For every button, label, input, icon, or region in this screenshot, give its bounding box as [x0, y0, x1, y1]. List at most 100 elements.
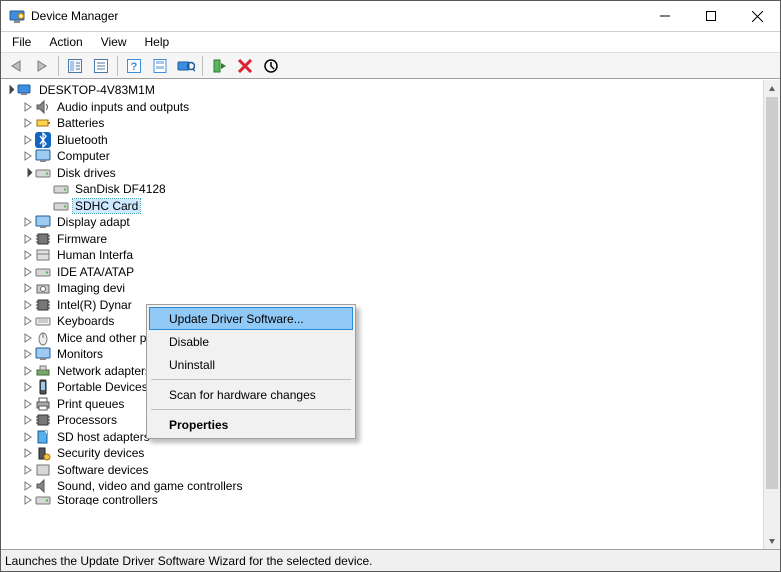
- tree-item-batteries[interactable]: Batteries: [3, 115, 763, 132]
- tree-item-processors[interactable]: Processors: [3, 412, 763, 429]
- scroll-track[interactable]: [764, 97, 780, 532]
- computer-icon: [35, 148, 51, 164]
- tree-root[interactable]: DESKTOP-4V83M1M: [3, 82, 763, 99]
- scroll-down-button[interactable]: [764, 532, 780, 549]
- tree-item-label: Network adapters: [55, 364, 153, 378]
- context-menu-disable[interactable]: Disable: [149, 330, 353, 353]
- close-button[interactable]: [734, 1, 780, 31]
- toolbar-forward-button[interactable]: [30, 55, 54, 77]
- tree-item-label: Human Interfa: [55, 248, 135, 262]
- tree-item-audio[interactable]: Audio inputs and outputs: [3, 99, 763, 116]
- svg-text:?: ?: [131, 61, 138, 73]
- tree-item-keyboards[interactable]: Keyboards: [3, 313, 763, 330]
- chevron-right-icon[interactable]: [21, 316, 35, 326]
- intel-icon: [35, 297, 51, 313]
- chevron-down-icon[interactable]: [21, 168, 35, 178]
- tree-item-monitors[interactable]: Monitors: [3, 346, 763, 363]
- tree-item-sound[interactable]: Sound, video and game controllers: [3, 478, 763, 495]
- tree-item-imaging[interactable]: Imaging devi: [3, 280, 763, 297]
- toolbar-enable-button[interactable]: [207, 55, 231, 77]
- chevron-right-icon[interactable]: [21, 102, 35, 112]
- tree-item-label: SD host adapters: [55, 430, 152, 444]
- toolbar-back-button[interactable]: [4, 55, 28, 77]
- tree-item-portable[interactable]: Portable Devices: [3, 379, 763, 396]
- toolbar-help-button[interactable]: ?: [122, 55, 146, 77]
- minimize-button[interactable]: [642, 1, 688, 31]
- tree-item-firmware[interactable]: Firmware: [3, 231, 763, 248]
- chevron-right-icon[interactable]: [21, 267, 35, 277]
- chevron-right-icon[interactable]: [21, 399, 35, 409]
- chevron-right-icon[interactable]: [21, 432, 35, 442]
- context-menu-properties[interactable]: Properties: [149, 413, 353, 436]
- tree-item-bluetooth[interactable]: Bluetooth: [3, 132, 763, 149]
- chevron-right-icon[interactable]: [21, 448, 35, 458]
- chevron-right-icon[interactable]: [21, 495, 35, 505]
- menu-view[interactable]: View: [94, 33, 134, 51]
- chevron-down-icon[interactable]: [3, 85, 17, 95]
- chevron-right-icon[interactable]: [21, 382, 35, 392]
- device-tree-area[interactable]: DESKTOP-4V83M1MAudio inputs and outputsB…: [1, 80, 763, 549]
- tree-item-label: Sound, video and game controllers: [55, 479, 244, 493]
- toolbar-disable-button[interactable]: [259, 55, 283, 77]
- device-tree: DESKTOP-4V83M1MAudio inputs and outputsB…: [3, 82, 763, 505]
- chevron-right-icon[interactable]: [21, 333, 35, 343]
- vertical-scrollbar[interactable]: [763, 80, 780, 549]
- monitors-icon: [35, 346, 51, 362]
- context-menu-uninstall[interactable]: Uninstall: [149, 353, 353, 376]
- chevron-right-icon[interactable]: [21, 300, 35, 310]
- chevron-right-icon[interactable]: [21, 481, 35, 491]
- context-menu-update-driver[interactable]: Update Driver Software...: [149, 307, 353, 330]
- chevron-right-icon[interactable]: [21, 415, 35, 425]
- tree-item-label: Monitors: [55, 347, 105, 361]
- context-menu-scan[interactable]: Scan for hardware changes: [149, 383, 353, 406]
- tree-item-ide[interactable]: IDE ATA/ATAP: [3, 264, 763, 281]
- chevron-right-icon[interactable]: [21, 366, 35, 376]
- chevron-right-icon[interactable]: [21, 234, 35, 244]
- toolbar-uninstall-button[interactable]: [233, 55, 257, 77]
- tree-item-storage[interactable]: Storage controllers: [3, 495, 763, 505]
- tree-item-label: Imaging devi: [55, 281, 127, 295]
- chevron-right-icon[interactable]: [21, 349, 35, 359]
- chevron-right-icon[interactable]: [21, 250, 35, 260]
- tree-item-computer[interactable]: Computer: [3, 148, 763, 165]
- tree-item-sandisk[interactable]: SanDisk DF4128: [3, 181, 763, 198]
- tree-item-intel[interactable]: Intel(R) Dynar: [3, 297, 763, 314]
- tree-item-sdhost[interactable]: SD host adapters: [3, 429, 763, 446]
- chevron-right-icon[interactable]: [21, 465, 35, 475]
- menu-help[interactable]: Help: [138, 33, 177, 51]
- toolbar-update-driver-button[interactable]: [148, 55, 172, 77]
- tree-item-disk[interactable]: Disk drives: [3, 165, 763, 182]
- status-bar: Launches the Update Driver Software Wiza…: [1, 549, 780, 571]
- sound-icon: [35, 478, 51, 494]
- storage-icon: [35, 495, 51, 505]
- tree-item-mice[interactable]: Mice and other pointing devices: [3, 330, 763, 347]
- chevron-right-icon[interactable]: [21, 118, 35, 128]
- chevron-right-icon[interactable]: [21, 217, 35, 227]
- maximize-button[interactable]: [688, 1, 734, 31]
- chevron-right-icon[interactable]: [21, 135, 35, 145]
- scroll-up-button[interactable]: [764, 80, 780, 97]
- chevron-right-icon[interactable]: [21, 151, 35, 161]
- tree-item-sdhc[interactable]: SDHC Card: [3, 198, 763, 215]
- chevron-right-icon[interactable]: [21, 283, 35, 293]
- tree-item-label: Portable Devices: [55, 380, 150, 394]
- hid-icon: [35, 247, 51, 263]
- tree-item-label: Software devices: [55, 463, 150, 477]
- batteries-icon: [35, 115, 51, 131]
- sdhc-icon: [53, 198, 69, 214]
- toolbar-properties-button[interactable]: [89, 55, 113, 77]
- tree-item-hid[interactable]: Human Interfa: [3, 247, 763, 264]
- menu-bar: File Action View Help: [1, 32, 780, 52]
- scroll-thumb[interactable]: [766, 97, 778, 489]
- ide-icon: [35, 264, 51, 280]
- toolbar-scan-button[interactable]: [174, 55, 198, 77]
- menu-action[interactable]: Action: [42, 33, 89, 51]
- tree-item-security[interactable]: Security devices: [3, 445, 763, 462]
- tree-item-software[interactable]: Software devices: [3, 462, 763, 479]
- tree-item-display[interactable]: Display adapt: [3, 214, 763, 231]
- keyboards-icon: [35, 313, 51, 329]
- tree-item-network[interactable]: Network adapters: [3, 363, 763, 380]
- toolbar-show-tree-button[interactable]: [63, 55, 87, 77]
- menu-file[interactable]: File: [5, 33, 38, 51]
- tree-item-printq[interactable]: Print queues: [3, 396, 763, 413]
